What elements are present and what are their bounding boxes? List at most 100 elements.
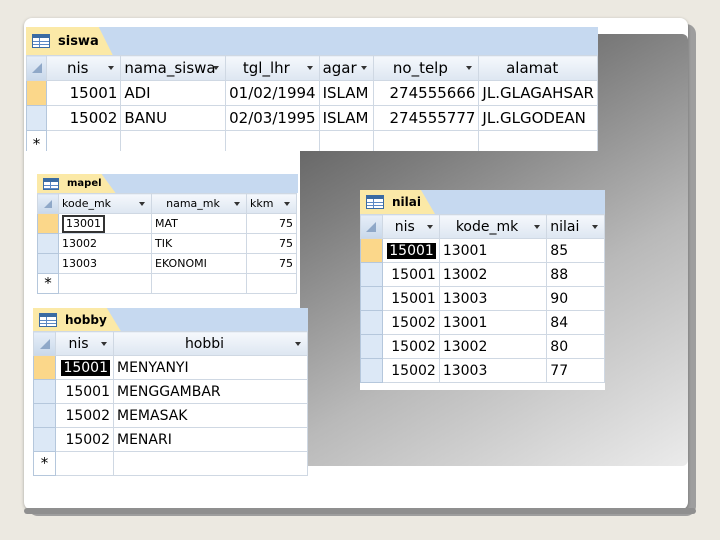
column-header-nis[interactable]: nis: [55, 331, 114, 356]
record-selector[interactable]: [33, 403, 56, 428]
column-header-kkm[interactable]: kkm: [246, 193, 297, 214]
record-selector[interactable]: [360, 334, 383, 359]
siswa-tab[interactable]: siswa: [26, 27, 113, 55]
new-cell[interactable]: [373, 130, 480, 151]
column-header-nilai[interactable]: nilai: [546, 214, 605, 239]
column-header-hobbi[interactable]: hobbi: [113, 331, 308, 356]
column-header-nis[interactable]: nis: [381, 214, 440, 239]
new-cell[interactable]: [225, 130, 320, 151]
cell-tgl-lhr[interactable]: 01/02/1994: [225, 80, 320, 106]
cell-kode-mk[interactable]: 13003: [438, 358, 548, 383]
column-header-tgl-lhr[interactable]: tgl_lhr: [225, 55, 320, 81]
record-selector[interactable]: [37, 253, 59, 274]
cell-nis[interactable]: 15001: [46, 80, 122, 106]
record-selector[interactable]: [33, 379, 56, 404]
column-header-kode-mk[interactable]: kode_mk: [438, 214, 548, 239]
cell-agar[interactable]: ISLAM: [318, 80, 375, 106]
select-all-corner[interactable]: [26, 55, 48, 81]
new-cell[interactable]: [151, 273, 247, 294]
cell-alamat[interactable]: JL.GLGODEAN: [478, 105, 598, 131]
cell-nilai[interactable]: 88: [546, 262, 605, 287]
cell-nama-siswa[interactable]: BANU: [120, 105, 227, 131]
record-selector[interactable]: [360, 358, 383, 383]
column-header-nis[interactable]: nis: [46, 55, 122, 81]
column-dropdown-icon[interactable]: [361, 66, 368, 70]
cell-kode-mk[interactable]: 13003: [438, 286, 548, 311]
cell-kode-mk[interactable]: 13002: [438, 334, 548, 359]
column-header-nama-mk[interactable]: nama_mk: [151, 193, 247, 214]
selected-text-nis[interactable]: 15001: [387, 242, 436, 259]
column-dropdown-icon[interactable]: [295, 341, 301, 346]
new-record-selector[interactable]: *: [33, 451, 56, 476]
cell-nilai[interactable]: 77: [546, 358, 605, 383]
cell-kode-mk[interactable]: 13003: [58, 253, 152, 274]
cell-alamat[interactable]: JL.GLAGAHSAR: [478, 80, 598, 106]
record-selector[interactable]: [26, 105, 48, 131]
cell-kode-mk[interactable]: 13001: [438, 238, 548, 263]
column-dropdown-icon[interactable]: [101, 341, 107, 346]
column-dropdown-icon[interactable]: [234, 201, 240, 206]
cell-no-telp[interactable]: 274555777: [373, 105, 480, 131]
mapel-tab[interactable]: mapel: [37, 174, 116, 193]
column-header-nama-siswa[interactable]: nama_siswa: [120, 55, 227, 81]
cell-nama-mk[interactable]: EKONOMI: [151, 253, 247, 274]
cell-nama-mk[interactable]: TIK: [151, 233, 247, 254]
select-all-corner[interactable]: [33, 331, 56, 356]
new-cell[interactable]: [55, 451, 114, 476]
new-record-selector[interactable]: *: [26, 130, 48, 151]
hobby-tab[interactable]: hobby: [33, 308, 121, 331]
cell-nilai[interactable]: 90: [546, 286, 605, 311]
cell-hobbi[interactable]: MEMASAK: [113, 403, 308, 428]
cell-tgl-lhr[interactable]: 02/03/1995: [225, 105, 320, 131]
cell-nama-siswa[interactable]: ADI: [120, 80, 227, 106]
new-cell[interactable]: [113, 451, 308, 476]
cell-no-telp[interactable]: 274555666: [373, 80, 480, 106]
cell-nis[interactable]: 15001: [55, 379, 114, 404]
cell-kode-mk[interactable]: 13002: [58, 233, 152, 254]
column-dropdown-icon[interactable]: [213, 66, 220, 70]
cell-nama-mk[interactable]: MAT: [151, 213, 247, 234]
column-dropdown-icon[interactable]: [306, 66, 313, 70]
select-all-corner[interactable]: [37, 193, 59, 214]
cell-nis[interactable]: 15002: [381, 358, 440, 383]
cell-nilai[interactable]: 85: [546, 238, 605, 263]
cell-nis[interactable]: 15002: [55, 403, 114, 428]
cell-nis[interactable]: 15001: [381, 238, 440, 263]
record-selector[interactable]: [37, 213, 59, 234]
record-selector[interactable]: [360, 286, 383, 311]
column-header-no-telp[interactable]: no_telp: [373, 55, 480, 81]
record-selector[interactable]: [360, 238, 383, 263]
cell-nis[interactable]: 15001: [381, 286, 440, 311]
cell-nis[interactable]: 15001: [55, 355, 114, 380]
column-dropdown-icon[interactable]: [534, 224, 541, 229]
column-header-alamat[interactable]: alamat: [478, 55, 598, 81]
cell-nis[interactable]: 15002: [55, 427, 114, 452]
column-dropdown-icon[interactable]: [139, 201, 145, 206]
select-all-corner[interactable]: [360, 214, 383, 239]
column-dropdown-icon[interactable]: [108, 66, 115, 70]
record-selector[interactable]: [360, 310, 383, 335]
cell-nilai[interactable]: 80: [546, 334, 605, 359]
new-cell[interactable]: [58, 273, 152, 294]
column-header-kode-mk[interactable]: kode_mk: [58, 193, 152, 214]
new-cell[interactable]: [318, 130, 375, 151]
column-dropdown-icon[interactable]: [284, 201, 290, 206]
record-selector[interactable]: [37, 233, 59, 254]
cell-nilai[interactable]: 84: [546, 310, 605, 335]
new-cell[interactable]: [246, 273, 297, 294]
selected-text-nis[interactable]: 15001: [61, 359, 110, 376]
cell-kkm[interactable]: 75: [246, 233, 297, 254]
nilai-tab[interactable]: nilai: [360, 190, 435, 214]
cell-hobbi[interactable]: MENYANYI: [113, 355, 308, 380]
new-cell[interactable]: [46, 130, 122, 151]
record-selector[interactable]: [33, 355, 56, 380]
record-selector[interactable]: [360, 262, 383, 287]
cell-agar[interactable]: ISLAM: [318, 105, 375, 131]
cell-hobbi[interactable]: MENGGAMBAR: [113, 379, 308, 404]
cell-nis[interactable]: 15001: [381, 262, 440, 287]
new-cell[interactable]: [478, 130, 598, 151]
record-selector[interactable]: [33, 427, 56, 452]
column-header-agar[interactable]: agar: [318, 55, 375, 81]
column-dropdown-icon[interactable]: [466, 66, 473, 70]
cell-kkm[interactable]: 75: [246, 213, 297, 234]
